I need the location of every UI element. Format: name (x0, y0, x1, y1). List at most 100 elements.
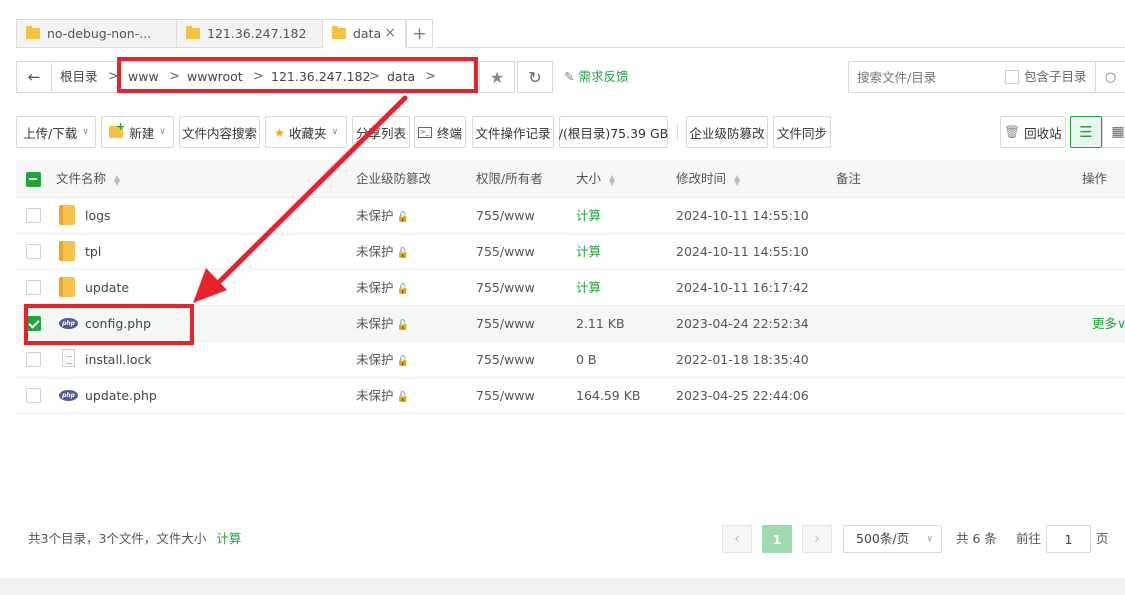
row-checkbox[interactable] (26, 388, 41, 403)
select-all-checkbox[interactable] (26, 172, 41, 187)
next-page-button[interactable]: › (802, 525, 832, 553)
grid-view-button[interactable]: ▦ (1102, 116, 1125, 148)
op-log-label: 文件操作记录 (475, 125, 551, 141)
add-tab-button[interactable]: + (406, 19, 433, 48)
edit-icon: ✎ (564, 69, 575, 84)
protect-status[interactable]: 未保护 🔓 (356, 270, 409, 305)
table-row[interactable]: update 未保护 🔓 755/www 计算 2024-10-11 16:17:… (16, 270, 1125, 306)
tab-label: data (353, 26, 382, 41)
feedback-link[interactable]: ✎ 需求反馈 (564, 61, 628, 93)
breadcrumb-root[interactable]: 根目录 (60, 62, 98, 92)
file-name[interactable]: logs (85, 198, 111, 233)
page-size-select[interactable]: 500条/页 ∨ (843, 525, 942, 553)
protect-status[interactable]: 未保护 🔓 (356, 342, 409, 377)
back-button[interactable]: ← (17, 62, 52, 92)
favorite-button[interactable]: ★ (479, 61, 515, 93)
close-icon[interactable]: × (384, 25, 396, 41)
refresh-icon: ↻ (528, 67, 542, 87)
refresh-button[interactable]: ↻ (517, 61, 553, 93)
disk-button[interactable]: /(根目录)75.39 GB (559, 116, 668, 148)
permission[interactable]: 755/www (476, 378, 535, 413)
chevron-right-icon: › (814, 531, 820, 547)
header-mtime[interactable]: 修改时间 ▲ ▼ (676, 160, 740, 198)
list-view-button[interactable]: ☰ (1070, 116, 1102, 148)
recycle-bin-button[interactable]: 🗑 回收站 (1000, 116, 1066, 148)
header-note: 备注 (836, 171, 862, 186)
calc-size-link[interactable]: 计算 (216, 531, 241, 546)
unlock-icon: 🔓 (396, 248, 409, 259)
permission[interactable]: 755/www (476, 270, 535, 305)
row-checkbox[interactable] (26, 244, 41, 259)
file-size: 164.59 KB (576, 388, 641, 403)
protect-status[interactable]: 未保护 🔓 (356, 198, 409, 233)
protect-status[interactable]: 未保护 🔓 (356, 306, 409, 341)
content-search-button[interactable]: 文件内容搜索 (179, 116, 260, 148)
file-sync-button[interactable]: 文件同步 (773, 116, 831, 148)
permission[interactable]: 755/www (476, 306, 535, 341)
table-row[interactable]: logs 未保护 🔓 755/www 计算 2024-10-11 14:55:10 (16, 198, 1125, 234)
current-page[interactable]: 1 (762, 525, 792, 553)
folder-icon (59, 277, 75, 297)
chevron-down-icon: ∨ (159, 127, 166, 137)
size-calc-link[interactable]: 计算 (576, 234, 601, 269)
tab-label: no-debug-non-... (47, 26, 152, 41)
table-header: 文件名称 ▲ ▼ 企业级防篡改 权限/所有者 大小 ▲ ▼ 修改时间 ▲ ▼ 备注 操作 (16, 160, 1125, 198)
file-size: 2.11 KB (576, 316, 625, 331)
new-button[interactable]: 新建 ∨ (101, 116, 174, 148)
share-list-button[interactable]: 分享列表 (352, 116, 410, 148)
file-name[interactable]: update.php (85, 378, 157, 413)
prev-page-button[interactable]: ‹ (722, 525, 752, 553)
file-name[interactable]: tpl (85, 234, 101, 269)
share-list-label: 分享列表 (355, 125, 406, 141)
tab-no-debug[interactable]: no-debug-non-... (16, 19, 176, 48)
permission[interactable]: 755/www (476, 198, 535, 233)
tab-divider (436, 47, 1125, 48)
operation-log-button[interactable]: 文件操作记录 (472, 116, 554, 148)
header-size[interactable]: 大小 ▲ ▼ (576, 160, 615, 198)
tab-data[interactable]: data × (322, 19, 406, 48)
permission[interactable]: 755/www (476, 234, 535, 269)
search-button[interactable]: ○ (1096, 61, 1125, 93)
protect-status[interactable]: 未保护 🔓 (356, 234, 409, 269)
header-perm: 权限/所有者 (476, 171, 543, 186)
star-icon: ★ (489, 67, 505, 87)
subdir-option[interactable]: 包含子目录 (1005, 62, 1087, 92)
tamper-proof-button[interactable]: 企业级防篡改 (686, 116, 768, 148)
list-icon: ☰ (1079, 123, 1093, 141)
content-search-label: 文件内容搜索 (181, 125, 257, 141)
table-row[interactable]: install.lock 未保护 🔓 755/www 0 B 2022-01-18… (16, 342, 1125, 378)
table-row[interactable]: php update.php 未保护 🔓 755/www 164.59 KB 20… (16, 378, 1125, 414)
chevron-down-icon: ∨ (926, 534, 933, 544)
arrow-left-icon: ← (27, 68, 41, 86)
header-protect: 企业级防篡改 (356, 171, 432, 186)
permission[interactable]: 755/www (476, 342, 535, 377)
upload-download-button[interactable]: 上传/下载 ∨ (16, 116, 96, 148)
file-size: 0 B (576, 352, 597, 367)
row-checkbox[interactable] (26, 280, 41, 295)
favorites-label: 收藏夹 (289, 125, 327, 141)
size-calc-link[interactable]: 计算 (576, 270, 601, 305)
table-row[interactable]: tpl 未保护 🔓 755/www 计算 2024-10-11 14:55:10 (16, 234, 1125, 270)
terminal-icon: >_ (417, 126, 432, 138)
terminal-button[interactable]: >_ 终端 (414, 116, 466, 148)
tab-ip[interactable]: 121.36.247.182 (176, 19, 322, 48)
goto-page-input[interactable] (1046, 525, 1091, 553)
folder-icon (332, 26, 346, 39)
search-input[interactable] (857, 68, 997, 87)
search-box: 包含子目录 (848, 61, 1096, 93)
file-name[interactable]: install.lock (85, 342, 152, 377)
row-checkbox[interactable] (26, 352, 41, 367)
chevron-left-icon: ‹ (734, 531, 740, 547)
favorites-button[interactable]: ★ 收藏夹 ∨ (265, 116, 347, 148)
chevron-down-icon: ∨ (331, 127, 339, 137)
protect-status[interactable]: 未保护 🔓 (356, 378, 409, 413)
summary-text: 共3个目录，3个文件，文件大小 计算 (28, 523, 241, 555)
row-checkbox[interactable] (26, 208, 41, 223)
file-name[interactable]: update (85, 270, 129, 305)
text-file-icon (62, 349, 75, 367)
size-calc-link[interactable]: 计算 (576, 198, 601, 233)
header-name[interactable]: 文件名称 ▲ ▼ (56, 160, 120, 198)
more-actions-link[interactable]: 更多∨ (1092, 306, 1125, 341)
new-label: 新建 (129, 125, 155, 141)
protect-label: 未保护 (356, 244, 394, 259)
